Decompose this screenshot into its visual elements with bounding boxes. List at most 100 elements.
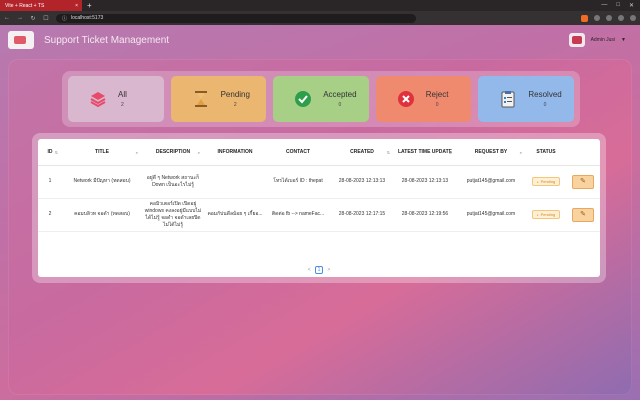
status-badge: Pending [531,176,561,187]
pagination: < 1 > [38,266,600,274]
user-name: Admin Jusi [590,37,616,43]
extension-icon[interactable] [594,15,600,21]
cell-request-by: putjat145@gmail.com [456,165,526,199]
col-description[interactable]: DESCRIPTION ⌕ [142,139,204,166]
tab-title: Vite + React + TS [5,2,45,9]
card-all[interactable]: All 2 [68,76,164,122]
cell-description: คอมิวเตอร์เปิด เปิดอยู่ windows คงลงอยู่… [142,198,204,232]
cell-description: อยู่ดี ๆ Network สถานะก็ Down เป็นอะไรไม… [142,165,204,199]
address-bar-row: ← → ↻ ☐ ⓘ localhost:5173 [0,11,640,25]
search-icon[interactable]: ⌕ [198,150,200,155]
extensions [581,14,636,22]
card-accepted[interactable]: Accepted 0 [273,76,369,122]
card-count: 2 [121,102,124,108]
app-header: Support Ticket Management Admin Jusi ▼ [0,25,640,55]
extension-icon[interactable] [618,15,624,21]
card-count: 0 [543,102,547,108]
cell-action: ✎ [566,165,600,199]
cell-id: 2 [38,198,62,232]
bookmark-icon[interactable]: ☐ [43,15,49,22]
edit-button[interactable]: ✎ [572,207,594,222]
prev-page-button[interactable]: < [308,267,311,273]
cell-id: 1 [38,165,62,199]
cell-action: ✎ [566,198,600,232]
card-resolved[interactable]: Resolved 0 [478,76,574,122]
card-label: Accepted [323,90,357,99]
sort-icon[interactable]: ⇅ [387,150,390,155]
browser-tabbar: Vite + React + TS × + — □ ✕ [0,0,640,11]
search-icon[interactable]: ⌕ [136,150,138,155]
col-id[interactable]: ID ⇅ [38,139,62,166]
reload-icon[interactable]: ↻ [30,15,36,22]
col-action [566,139,600,166]
cell-status: Pending [526,165,566,199]
sort-icon[interactable]: ⇅ [449,150,452,155]
table-row: 1 Network มีปัญหา (ทดสอบ) อยู่ดี ๆ Netwo… [38,165,600,199]
main-panel: All 2 Pending 2 Accepted 0 Reject 0 Reso… [8,59,632,395]
page-number-current[interactable]: 1 [314,266,324,274]
chevron-down-icon: ▼ [621,37,626,43]
cell-status: Pending [526,198,566,232]
col-title[interactable]: TITLE ⌕ [62,139,142,166]
tab-close-icon[interactable]: × [75,3,78,9]
new-tab-button[interactable]: + [87,1,92,10]
check-icon [293,89,313,109]
col-status: STATUS [526,139,566,166]
card-count: 0 [435,102,439,108]
cell-created: 28-08-2023 12:17:15 [330,198,394,232]
url-text: localhost:5173 [71,15,104,21]
status-badge: Pending [531,209,561,220]
site-info-icon[interactable]: ⓘ [62,15,67,22]
edit-button[interactable]: ✎ [572,174,594,189]
cell-updated: 28-08-2023 12:19:56 [394,198,456,232]
close-window-icon[interactable]: ✕ [629,2,634,9]
cell-title: คอมบลิวท จอดำ (ทดสอบ) [62,198,142,232]
avatar [568,33,585,47]
cell-contact: โทรได้เบอร์ ID : thepat [266,165,330,199]
sort-icon[interactable]: ⇅ [55,150,58,155]
user-menu[interactable]: Admin Jusi ▼ [568,33,626,47]
app-root: Support Ticket Management Admin Jusi ▼ A… [0,25,640,400]
card-label: Pending [220,90,250,99]
cell-request-by: putjat145@gmail.com [456,198,526,232]
card-reject[interactable]: Reject 0 [375,76,472,122]
col-contact: CONTACT [266,139,330,166]
cell-information [204,165,266,199]
brave-shield-icon[interactable] [581,14,588,22]
maximize-icon[interactable]: □ [616,2,620,9]
cell-created: 28-08-2023 12:13:13 [330,165,394,199]
col-request-by[interactable]: REQUEST BY ⌕ [456,139,526,166]
edit-icon: ✎ [580,177,586,185]
back-icon[interactable]: ← [4,15,10,21]
card-count: 0 [338,102,342,108]
ticket-table: ID ⇅ TITLE ⌕ DESCRIPTION ⌕ INFORMATION CONT… [38,139,600,232]
col-created[interactable]: CREATED ⇅ [330,139,394,166]
stack-icon [88,89,108,109]
table-row: 2 คอมบลิวท จอดำ (ทดสอบ) คอมิวเตอร์เปิด เ… [38,198,600,232]
card-label: All [118,90,127,99]
cell-updated: 28-08-2023 12:13:13 [394,165,456,199]
col-latest-update[interactable]: LATEST TIME UPDATE ⇅ [394,139,456,166]
ticket-table-panel: ID ⇅ TITLE ⌕ DESCRIPTION ⌕ INFORMATION CONT… [38,139,600,277]
browser-tab[interactable]: Vite + React + TS × [0,0,82,11]
cell-information: คอมกับ่นดีลม้อย ๆ เกี้ยอ... [204,198,266,232]
next-page-button[interactable]: > [327,267,330,273]
cell-title: Network มีปัญหา (ทดสอบ) [62,165,142,199]
search-icon[interactable]: ⌕ [520,150,522,155]
window-controls: — □ ✕ [601,2,634,9]
clipboard-icon [498,89,518,109]
edit-icon: ✎ [580,210,586,218]
forward-icon[interactable]: → [17,15,23,21]
ticket-table-wrapper: ID ⇅ TITLE ⌕ DESCRIPTION ⌕ INFORMATION CONT… [32,133,606,283]
card-pending[interactable]: Pending 2 [170,76,267,122]
card-label: Resolved [528,90,562,99]
x-icon [396,89,416,109]
minimize-icon[interactable]: — [601,2,607,9]
app-title: Support Ticket Management [44,34,170,46]
card-count: 2 [233,102,237,108]
menu-icon[interactable] [630,15,636,21]
url-field[interactable]: ⓘ localhost:5173 [56,13,416,23]
status-cards: All 2 Pending 2 Accepted 0 Reject 0 Reso… [62,71,580,127]
extension-icon[interactable] [606,15,612,21]
card-label: Reject [425,90,449,99]
